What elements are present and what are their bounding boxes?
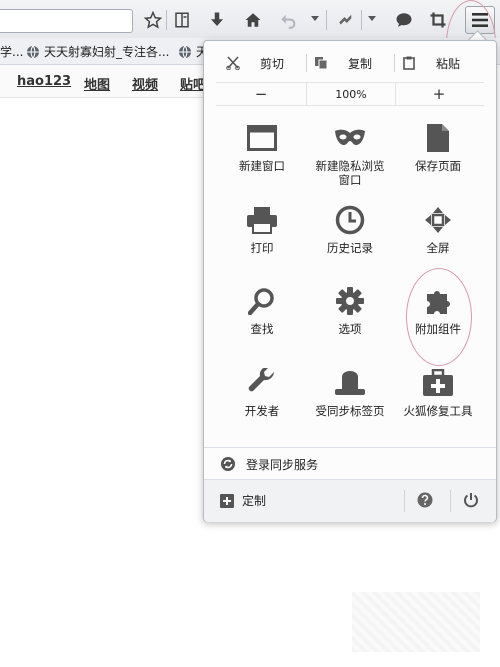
- scissors-icon: [226, 56, 240, 70]
- bookmark-fragment[interactable]: 学...: [0, 43, 23, 60]
- nav-link-video[interactable]: 视频: [132, 74, 158, 93]
- edit-controls: 剪切 复制 粘贴: [216, 51, 484, 75]
- globe-icon: [27, 45, 39, 58]
- bookmark-item[interactable]: 天天射寡妇射_专注各...: [26, 43, 169, 60]
- mask-icon: [333, 121, 367, 155]
- help-icon: [417, 492, 433, 508]
- zoom-out-button[interactable]: −: [216, 83, 306, 105]
- magnifier-icon: [245, 284, 279, 318]
- plus-square-icon: [220, 493, 234, 508]
- browser-toolbar: [0, 0, 500, 39]
- fullscreen-icon: [421, 203, 455, 237]
- zoom-reset-button[interactable]: 100%: [306, 83, 396, 105]
- nav-link-map[interactable]: 地图: [84, 74, 110, 93]
- home-icon[interactable]: [241, 8, 265, 32]
- clipboard-icon: [403, 56, 415, 70]
- page-nav: hao123 地图 视频 贴吧: [0, 65, 210, 98]
- chevron-down-icon[interactable]: [311, 16, 319, 21]
- customize-button[interactable]: 定制: [220, 492, 266, 509]
- bookmark-star-icon[interactable]: [141, 8, 165, 32]
- page-icon: [421, 121, 455, 155]
- print-button[interactable]: 打印: [216, 203, 308, 255]
- quit-button[interactable]: [463, 492, 479, 512]
- watermark: [352, 592, 480, 652]
- cut-button[interactable]: 剪切: [226, 51, 284, 75]
- url-bar[interactable]: [0, 9, 133, 33]
- sync-signin-button[interactable]: 登录同步服务: [204, 447, 496, 480]
- download-icon[interactable]: [205, 8, 229, 32]
- open-menu-button[interactable]: [465, 6, 495, 34]
- new-window-button[interactable]: 新建窗口: [216, 121, 308, 173]
- new-private-window-button[interactable]: 新建隐私浏览窗口: [304, 121, 396, 187]
- hat-icon: [333, 366, 367, 400]
- globe-icon: [179, 45, 191, 58]
- window-icon: [245, 121, 279, 155]
- find-button[interactable]: 查找: [216, 284, 308, 336]
- clock-icon: [333, 203, 367, 237]
- firefox-repair-tool-button[interactable]: 火狐修复工具: [392, 366, 484, 418]
- synced-tabs-button[interactable]: 受同步标签页: [304, 366, 396, 418]
- developer-button[interactable]: 开发者: [216, 366, 308, 418]
- history-button[interactable]: 历史记录: [304, 203, 396, 255]
- zoom-controls: − 100% +: [216, 82, 484, 106]
- copy-button[interactable]: 复制: [314, 51, 372, 75]
- undo-icon[interactable]: [276, 8, 300, 32]
- paste-button[interactable]: 粘贴: [402, 51, 460, 75]
- wrench-icon: [245, 366, 279, 400]
- copy-icon: [315, 57, 328, 70]
- addons-button[interactable]: 附加组件: [392, 284, 484, 336]
- medkit-icon: [421, 366, 455, 400]
- puzzle-icon: [421, 284, 455, 318]
- crop-icon[interactable]: [426, 8, 450, 32]
- addon-toolbar-icon[interactable]: [334, 8, 358, 32]
- chat-bubble-icon[interactable]: [392, 8, 416, 32]
- save-page-button[interactable]: 保存页面: [392, 121, 484, 173]
- printer-icon: [245, 203, 279, 237]
- options-button[interactable]: 选项: [304, 284, 396, 336]
- chevron-down-icon[interactable]: [368, 16, 376, 21]
- fullscreen-button[interactable]: 全屏: [392, 203, 484, 255]
- panel-footer: 定制: [204, 479, 496, 522]
- help-button[interactable]: [417, 492, 433, 512]
- hamburger-menu-icon: [472, 13, 488, 27]
- nav-link-hao123[interactable]: hao123: [17, 74, 71, 89]
- zoom-in-button[interactable]: +: [394, 83, 484, 105]
- main-menu-panel: 剪切 复制 粘贴 − 100% + 新建窗口 新建隐私浏览窗口 保存页面 打印 …: [203, 40, 497, 522]
- power-icon: [464, 493, 478, 508]
- sync-icon: [221, 457, 235, 471]
- gear-icon: [333, 284, 367, 318]
- reading-list-icon[interactable]: [170, 8, 194, 32]
